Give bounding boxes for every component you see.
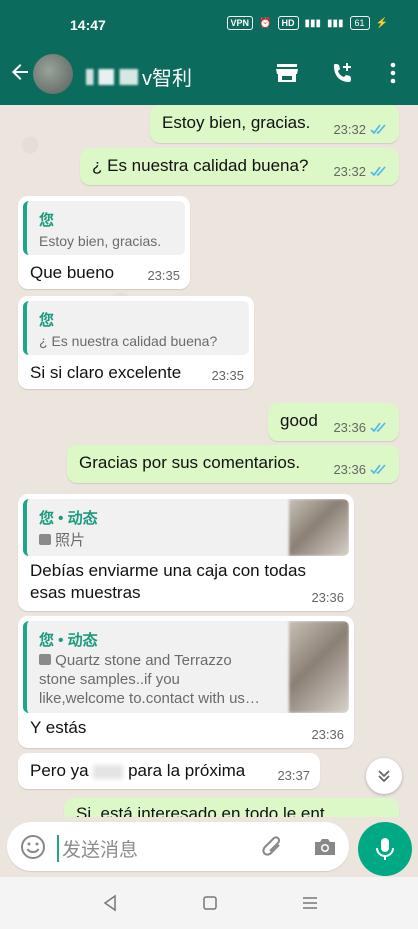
message-time: 23:35: [211, 368, 244, 383]
quoted-status[interactable]: 您 • 动态 照片: [23, 499, 349, 556]
redacted-name-part: [86, 68, 138, 85]
message-meta: 23:32: [333, 122, 389, 137]
status-time: 14:47: [70, 17, 106, 33]
incoming-reply-message[interactable]: 您 ¿ Es nuestra calidad buena? Si si clar…: [18, 296, 254, 389]
message-time: 23:36: [333, 462, 366, 477]
status-thumbnail: [289, 499, 349, 556]
charging-icon: ⚡: [375, 17, 388, 29]
back-arrow-icon[interactable]: [8, 60, 32, 84]
message-text: Estoy bien, gracias.: [162, 113, 311, 132]
camera-icon[interactable]: [312, 834, 338, 860]
message-text-line-1: Debías enviarme una caja con todas: [30, 561, 306, 580]
nav-home-icon[interactable]: [200, 893, 220, 913]
outgoing-message[interactable]: Gracias por sus comentarios. 23:36: [67, 445, 399, 483]
redacted-text: [93, 764, 124, 779]
kebab-menu-icon: [390, 62, 396, 84]
voice-message-button[interactable]: [358, 822, 412, 876]
outgoing-message[interactable]: Si, está interesado en todo le ent: [64, 798, 399, 817]
message-text: good: [280, 411, 318, 430]
paperclip-icon[interactable]: [260, 834, 286, 860]
outgoing-message[interactable]: good 23:36: [268, 403, 399, 441]
nav-back-icon[interactable]: [100, 893, 120, 913]
message-text: Si, está interesado en todo le ent: [76, 804, 325, 817]
chat-messages[interactable]: Estoy bien, gracias. 23:32 ¿ Es nuestra …: [0, 105, 418, 817]
message-meta: 23:36: [333, 462, 389, 477]
store-button[interactable]: [274, 60, 300, 86]
add-call-button[interactable]: [330, 60, 356, 86]
message-meta: 23:32: [333, 164, 389, 179]
message-time: 23:32: [333, 164, 366, 179]
read-receipt-icon: [370, 166, 386, 177]
contact-name-text: v智利: [142, 68, 192, 90]
message-text: Pero ya para la próxima: [30, 761, 246, 780]
scroll-to-bottom-button[interactable]: [366, 758, 402, 794]
message-text: Si si claro excelente: [30, 363, 182, 382]
nav-menu-icon[interactable]: [300, 893, 320, 913]
battery-level: 61: [349, 16, 370, 30]
message-input-bar[interactable]: 发送消息: [7, 822, 349, 871]
quote-caption: Quartz stone and Terrazzo stone samples.…: [39, 652, 260, 707]
quoted-message[interactable]: 您 Estoy bien, gracias.: [23, 201, 185, 255]
incoming-message[interactable]: Pero ya para la próxima 23:37: [18, 753, 320, 789]
quote-author: 您 • 动态: [39, 632, 98, 649]
message-text-line-2: esas muestras: [30, 583, 141, 602]
message-text: Que bueno: [30, 263, 115, 282]
message-time: 23:37: [277, 768, 310, 783]
incoming-reply-message[interactable]: 您 • 动态 照片 Debías enviarme una caja con t…: [18, 494, 354, 611]
quoted-status[interactable]: 您 • 动态 Quartz stone and Terrazzo stone s…: [23, 621, 349, 713]
message-meta: 23:36: [333, 420, 389, 435]
message-time: 23:32: [333, 122, 366, 137]
more-options-button[interactable]: [380, 60, 406, 86]
read-receipt-icon: [370, 124, 386, 135]
read-receipt-icon: [370, 464, 386, 475]
quote-text: ¿ Es nuestra calidad buena?: [39, 333, 218, 349]
message-input[interactable]: 发送消息: [57, 835, 138, 862]
quote-text: Estoy bien, gracias.: [39, 233, 162, 249]
quote-author: 您: [39, 212, 55, 229]
system-navigation-bar: [0, 877, 418, 929]
message-text: ¿ Es nuestra calidad buena?: [92, 156, 309, 175]
incoming-reply-message[interactable]: 您 • 动态 Quartz stone and Terrazzo stone s…: [18, 616, 354, 748]
message-text: Gracias por sus comentarios.: [79, 453, 301, 472]
emoji-icon[interactable]: [20, 834, 46, 860]
hd-badge: HD: [277, 16, 299, 30]
contact-avatar[interactable]: [33, 54, 73, 94]
quote-author: 您: [39, 312, 55, 329]
quoted-message[interactable]: 您 ¿ Es nuestra calidad buena?: [23, 301, 249, 355]
signal-4g-icon: ▮▮▮: [327, 17, 344, 29]
call-add-icon: [334, 63, 351, 82]
double-chevron-down-icon: [378, 770, 390, 783]
microphone-icon: [376, 838, 394, 860]
vpn-badge: VPN: [226, 16, 254, 30]
composer: 发送消息: [0, 817, 418, 877]
message-time: 23:36: [311, 590, 344, 605]
status-icons: VPN ⏰ HD ▮▮▮ ▮▮▮ 61 ⚡: [226, 16, 388, 30]
message-time: 23:36: [311, 727, 344, 742]
status-thumbnail: [289, 621, 349, 713]
message-time: 23:35: [147, 268, 180, 283]
outgoing-message[interactable]: Estoy bien, gracias. 23:32: [150, 105, 399, 143]
message-time: 23:36: [333, 420, 366, 435]
chat-header: v智利: [0, 48, 418, 105]
quote-photo-label: 照片: [39, 529, 85, 550]
image-icon: [39, 654, 51, 665]
image-icon: [39, 534, 51, 545]
status-bar: 14:47 VPN ⏰ HD ▮▮▮ ▮▮▮ 61 ⚡: [0, 0, 418, 48]
signal-5g-icon: ▮▮▮: [304, 17, 322, 29]
store-icon: [276, 64, 298, 82]
alarm-icon: ⏰: [259, 17, 272, 29]
read-receipt-icon: [370, 422, 386, 433]
contact-name[interactable]: v智利: [86, 62, 192, 91]
outgoing-message[interactable]: ¿ Es nuestra calidad buena? 23:32: [80, 148, 399, 185]
incoming-reply-message[interactable]: 您 Estoy bien, gracias. Que bueno 23:35: [18, 196, 190, 289]
quote-author: 您 • 动态: [39, 510, 98, 527]
message-text: Y estás: [30, 718, 87, 737]
